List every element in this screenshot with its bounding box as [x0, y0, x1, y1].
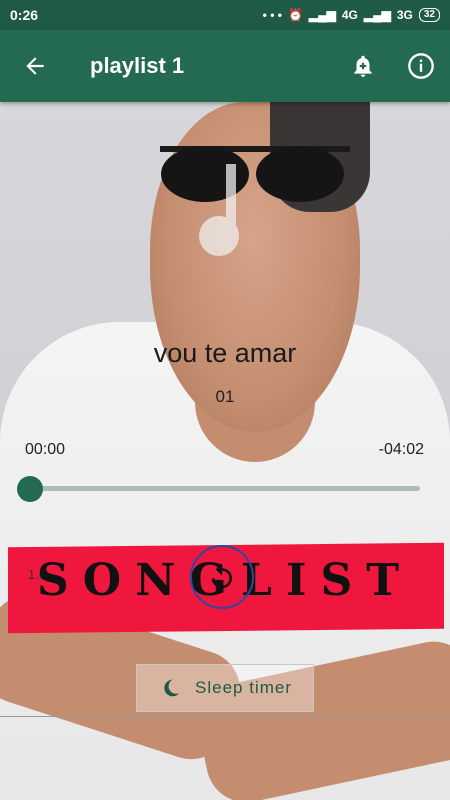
add-alarm-button[interactable] [334, 30, 392, 102]
sleep-timer-label: Sleep timer [195, 678, 292, 697]
network-3g: 3G [396, 8, 413, 22]
info-button[interactable] [392, 30, 450, 102]
song-index: 01 [215, 387, 235, 406]
signal-icon: ▂▄▆ [308, 8, 336, 22]
status-bar: 0:26 • • • ⏰ ▂▄▆ 4G ▂▄▆ 3G 32 [0, 0, 450, 30]
replay-icon [212, 563, 232, 589]
alarm-icon: ⏰ [287, 8, 303, 22]
remaining-time: -04:02 [378, 441, 424, 458]
notification-dots: • • • [262, 8, 282, 22]
battery-indicator: 32 [418, 8, 440, 22]
page-title: playlist 1 [90, 53, 185, 78]
seek-thumb[interactable] [17, 476, 43, 502]
arrow-left-icon [26, 57, 44, 75]
sleep-timer-button[interactable]: Sleep timer [136, 664, 314, 712]
app-bar: playlist 1 [0, 30, 450, 102]
repeat-button[interactable] [190, 545, 254, 609]
seek-bar[interactable] [30, 486, 420, 491]
back-button[interactable] [0, 30, 70, 102]
signal-icon-2: ▂▄▆ [363, 8, 391, 22]
music-note-icon [199, 164, 239, 256]
bell-plus-icon [354, 55, 372, 77]
bottom-divider [0, 716, 450, 717]
current-time: 00:00 [25, 441, 66, 458]
song-title: vou te amar [153, 338, 297, 368]
moon-icon [164, 679, 180, 697]
status-icons: • • • ⏰ ▂▄▆ 4G ▂▄▆ 3G 32 [263, 8, 440, 22]
info-icon [408, 53, 434, 79]
status-time: 0:26 [10, 7, 39, 23]
network-4g: 4G [341, 8, 358, 22]
